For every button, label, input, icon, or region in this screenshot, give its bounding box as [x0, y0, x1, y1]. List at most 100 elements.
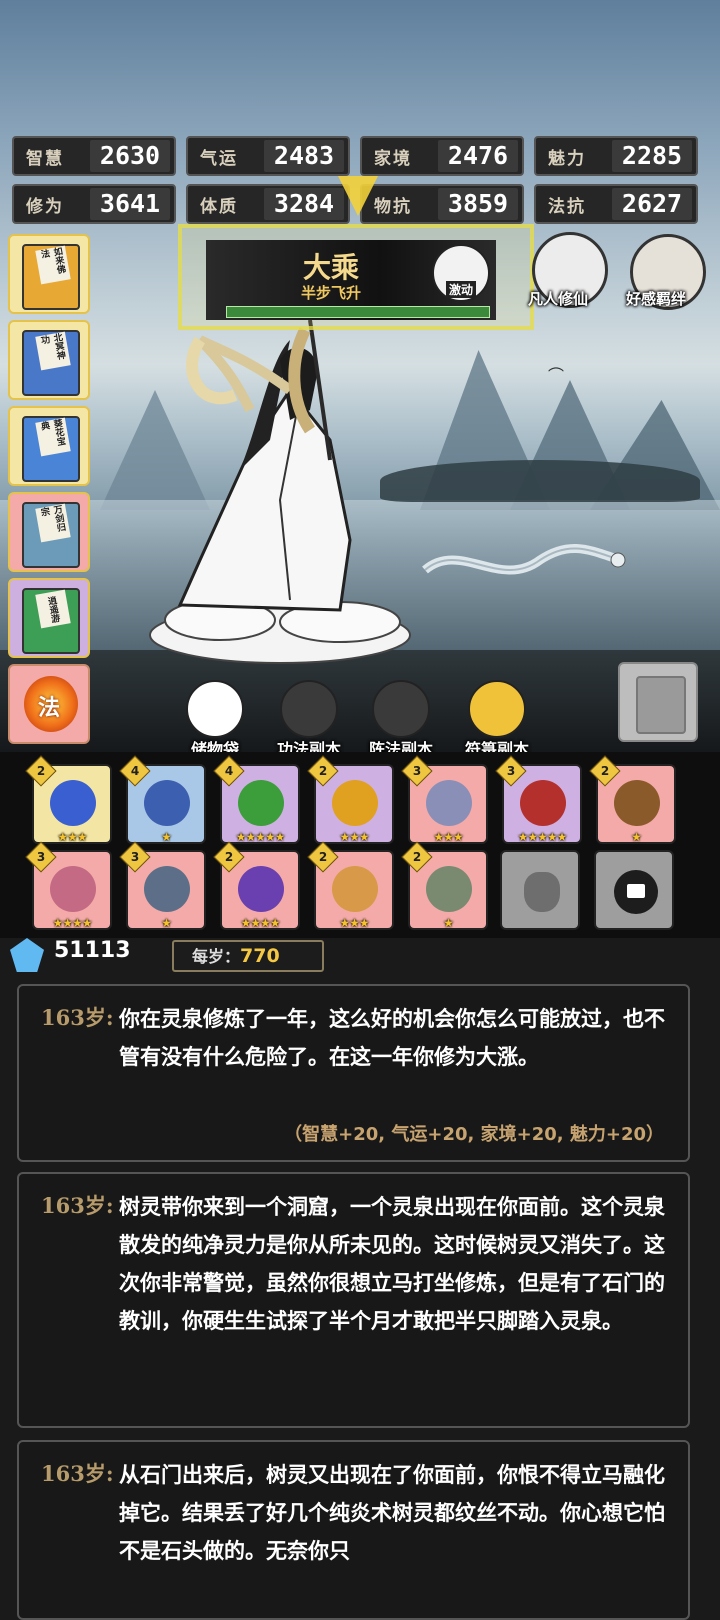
per-year-value: 770 [240, 945, 280, 967]
equipment-slot[interactable]: 2 ★★★★ [213, 841, 300, 930]
axe-icon [614, 780, 660, 826]
event-log-entry: 163岁: 你在灵泉修炼了一年，这么好的机会你怎么可能放过，也不管有没有什么危险… [17, 984, 690, 1162]
event-log-entry: 163岁: 从石门出来后，树灵又出现在了你面前，你恨不得立马融化掉它。结果丢了好… [17, 1440, 690, 1620]
boots-icon [144, 780, 190, 826]
stat-value: 3284 [264, 188, 344, 220]
bag-icon [524, 872, 560, 912]
book-title: 逍遥游 [35, 589, 71, 629]
stat-2: 家境 2476 [360, 136, 524, 176]
star-rating: ★ [161, 916, 172, 930]
star-rating: ★ [631, 830, 642, 844]
dagger-icon [144, 866, 190, 912]
realm-progress-bar [226, 306, 490, 318]
star-rating: ★★★ [339, 916, 369, 930]
equipment-slot[interactable]: 2 ★★★ [307, 841, 394, 930]
island [380, 460, 700, 502]
log-text: 树灵带你来到一个洞窟，一个灵泉出现在你面前。这个灵泉散发的纯净灵力是你从所未见的… [119, 1194, 665, 1333]
talisman-icon [468, 680, 526, 738]
realm-subtitle: 半步飞升 [300, 284, 361, 302]
star-rating: ★ [161, 830, 172, 844]
star-rating: ★★★ [57, 830, 87, 844]
equipment-slot[interactable]: 3 ★★★ [401, 755, 488, 844]
star-rating: ★★★★ [52, 916, 92, 930]
skill-book-2[interactable]: 葵花宝典 [8, 406, 90, 486]
stat-label: 修为 [26, 196, 64, 217]
book-title: 万剑归宗 [35, 503, 71, 543]
stat-label: 家境 [374, 148, 412, 169]
stat-value: 2285 [612, 140, 692, 172]
equipment-slot[interactable]: 2 ★ [589, 755, 676, 844]
meditation-icon[interactable]: 激动 [432, 244, 490, 302]
equipment-slot[interactable]: 3 ★ [119, 841, 206, 930]
star-rating: ★★★ [433, 830, 463, 844]
level-text: 3 [36, 850, 46, 864]
fa-button[interactable]: 法 [8, 664, 90, 744]
stat-4: 修为 3641 [12, 184, 176, 224]
skill-book-1[interactable]: 北冥神功 [8, 320, 90, 400]
orb-icon [50, 780, 96, 826]
gourd-icon [332, 780, 378, 826]
lock-icon [372, 680, 430, 738]
stat-label: 智慧 [26, 148, 64, 169]
equipment-slot[interactable]: 3 ★★★★★ [495, 755, 582, 844]
scroll-button[interactable] [618, 662, 698, 742]
equipment-slot[interactable]: 3 ★★★★ [25, 841, 112, 930]
dungeon-button-0[interactable]: 储物袋 [180, 680, 250, 760]
star-rating: ★★★★★ [235, 830, 286, 844]
ring-icon [520, 780, 566, 826]
level-text: 2 [36, 764, 46, 778]
scroll-icon [50, 866, 96, 912]
bird-icon: ⌒ [548, 366, 565, 385]
dungeon-button-2[interactable]: 阵法副本 [356, 680, 446, 760]
level-text: 4 [130, 764, 140, 778]
level-text: 2 [318, 850, 328, 864]
star-rating: ★ [443, 916, 454, 930]
realm-action-label: 激动 [445, 281, 476, 298]
dungeon-button-3[interactable]: 符箓副本 [452, 680, 542, 760]
stat-value: 2630 [90, 140, 170, 172]
skill-book-3[interactable]: 万剑归宗 [8, 492, 90, 572]
storage-bag-icon [186, 680, 244, 738]
locked-slot[interactable] [594, 850, 674, 930]
stat-3: 魅力 2285 [534, 136, 698, 176]
realm-name: 大乘 [302, 251, 359, 284]
spirit-crystal-icon [10, 938, 44, 972]
equipment-slot[interactable]: 2 ★ [401, 841, 488, 930]
equipment-slot[interactable]: 2 ★★★ [25, 755, 112, 844]
stat-1: 气运 2483 [186, 136, 350, 176]
lock-icon [280, 680, 338, 738]
stat-label: 法抗 [548, 196, 586, 217]
level-text: 2 [600, 764, 610, 778]
stat-label: 体质 [200, 196, 238, 217]
fa-label: 法 [37, 696, 60, 721]
stat-value: 2627 [612, 188, 692, 220]
level-text: 2 [412, 850, 422, 864]
claw-icon [238, 780, 284, 826]
bag-slot[interactable] [500, 850, 580, 930]
skill-book-0[interactable]: 如来佛法 [8, 234, 90, 314]
star-rating: ★★★★ [240, 916, 280, 930]
realm-panel[interactable]: 大乘 半步飞升 激动 [178, 224, 534, 330]
portrait-label: 好感羁绊 [626, 290, 687, 308]
log-age: 163岁: [41, 1461, 114, 1486]
skill-book-4[interactable]: 逍遥游 [8, 578, 90, 658]
log-effect: （智慧+20, 气运+20, 家境+20, 魅力+20） [284, 1124, 664, 1145]
book-title: 北冥神功 [35, 331, 71, 371]
star-rating: ★★★★★ [517, 830, 568, 844]
dungeon-button-1[interactable]: 功法副本 [264, 680, 354, 760]
equipment-slot[interactable]: 4 ★ [119, 755, 206, 844]
battle-scene: ⌒ [0, 0, 720, 760]
log-age: 163岁: [41, 1193, 114, 1218]
equipment-slot[interactable]: 2 ★★★ [307, 755, 394, 844]
cultivator-character[interactable] [140, 300, 420, 670]
level-text: 2 [224, 850, 234, 864]
level-text: 3 [130, 850, 140, 864]
sword-icon [332, 866, 378, 912]
equipment-slot[interactable]: 4 ★★★★★ [213, 755, 300, 844]
stat-6: 物抗 3859 [360, 184, 524, 224]
stat-0: 智慧 2630 [12, 136, 176, 176]
star-rating: ★★★ [339, 830, 369, 844]
log-text: 你在灵泉修炼了一年，这么好的机会你怎么可能放过，也不管有没有什么危险了。在这一年… [119, 1006, 665, 1069]
level-text: 3 [412, 764, 422, 778]
book-title: 葵花宝典 [35, 417, 71, 457]
